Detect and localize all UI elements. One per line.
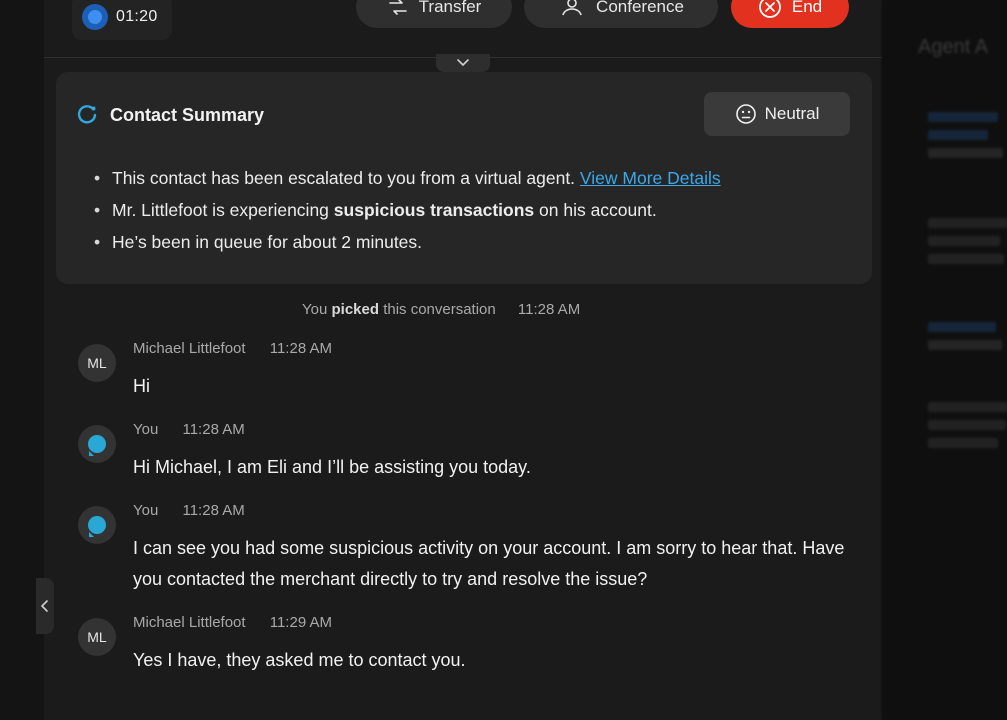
end-call-button[interactable]: End: [731, 0, 849, 28]
contact-summary-card: Contact Summary Neutral This contact has…: [56, 72, 872, 284]
chevron-down-icon: [457, 59, 469, 67]
avatar-initials: ML: [87, 629, 107, 645]
summary-bullet-emphasis: suspicious transactions: [333, 200, 535, 220]
message-text: Hi Michael, I am Eli and I’ll be assisti…: [133, 457, 531, 477]
message-sender: Michael Littlefoot: [133, 614, 246, 631]
chat-bubble-icon: [88, 516, 106, 537]
transfer-label: Transfer: [418, 0, 482, 16]
summary-bullet-list: This contact has been escalated to you f…: [94, 162, 721, 258]
message-text: Yes I have, they asked me to contact you…: [133, 650, 466, 670]
message-meta: Michael Littlefoot 11:29 AM: [133, 614, 332, 631]
view-more-details-link[interactable]: View More Details: [580, 168, 721, 188]
message-text: I can see you had some suspicious activi…: [133, 538, 845, 589]
avatar-initials: ML: [87, 355, 107, 371]
summary-bullet: Mr. Littlefoot is experiencing suspiciou…: [94, 194, 721, 226]
message-meta: Michael Littlefoot 11:28 AM: [133, 340, 332, 357]
message-time: 11:28 AM: [182, 421, 245, 438]
conference-button[interactable]: Conference: [524, 0, 718, 28]
collapse-sidebar-button[interactable]: [36, 578, 54, 634]
assist-card-placeholder: [928, 218, 1007, 272]
conference-label: Conference: [596, 0, 684, 16]
transfer-button[interactable]: Transfer: [356, 0, 512, 28]
chevron-left-icon: [41, 600, 48, 612]
ai-summary-icon: [77, 105, 97, 124]
summary-bullet-text: Mr. Littlefoot is experiencing: [112, 200, 329, 220]
assist-card-placeholder: [928, 112, 1007, 166]
message-text: Hi: [133, 376, 150, 396]
sentiment-label: Neutral: [764, 104, 820, 123]
avatar: [78, 506, 116, 544]
conversation-panel: 01:20 Transfer Conference End Contact Su…: [44, 0, 882, 720]
expand-toggle[interactable]: [436, 54, 490, 72]
avatar: ML: [78, 344, 116, 382]
system-message: You picked this conversation 11:28 AM: [302, 301, 580, 318]
avatar: [78, 425, 116, 463]
summary-bullet-text: This contact has been escalated to you f…: [112, 168, 576, 188]
contact-summary-title: Contact Summary: [110, 104, 265, 125]
transfer-icon: [388, 0, 407, 15]
message-sender: Michael Littlefoot: [133, 340, 246, 357]
assist-card-placeholder: [928, 402, 1007, 456]
call-timer-value: 01:20: [116, 8, 158, 25]
assist-card-placeholder: [928, 322, 1007, 358]
system-message-time: 11:28 AM: [517, 301, 581, 318]
avatar: ML: [78, 618, 116, 656]
message-sender: You: [133, 502, 159, 519]
agent-assist-panel: Agent A: [882, 0, 1007, 720]
message-sender: You: [133, 421, 159, 438]
system-message-text: You: [302, 301, 328, 318]
sentiment-badge[interactable]: Neutral: [704, 92, 850, 136]
conference-icon: [562, 0, 582, 16]
summary-bullet-text: He’s been in queue for about 2 minutes.: [112, 232, 423, 252]
message-time: 11:28 AM: [182, 502, 245, 519]
contact-summary-header: Contact Summary: [76, 104, 264, 126]
system-message-text: this conversation: [383, 301, 496, 318]
call-status-icon: [82, 4, 108, 30]
summary-bullet: He’s been in queue for about 2 minutes.: [94, 226, 721, 258]
summary-bullet: This contact has been escalated to you f…: [94, 162, 721, 194]
call-control-bar: 01:20 Transfer Conference End: [44, 0, 882, 72]
end-call-label: End: [791, 0, 823, 16]
summary-bullet-text: on his account.: [539, 200, 657, 220]
call-timer: 01:20: [72, 0, 172, 40]
message-time: 11:28 AM: [269, 340, 332, 357]
message-time: 11:29 AM: [269, 614, 332, 631]
chat-bubble-icon: [88, 435, 106, 456]
message-meta: You 11:28 AM: [133, 421, 245, 438]
message-meta: You 11:28 AM: [133, 502, 245, 519]
end-call-icon: [758, 0, 781, 18]
agent-assist-title: Agent A: [918, 36, 989, 58]
system-message-emphasis: picked: [331, 301, 380, 318]
neutral-face-icon: [735, 104, 756, 124]
